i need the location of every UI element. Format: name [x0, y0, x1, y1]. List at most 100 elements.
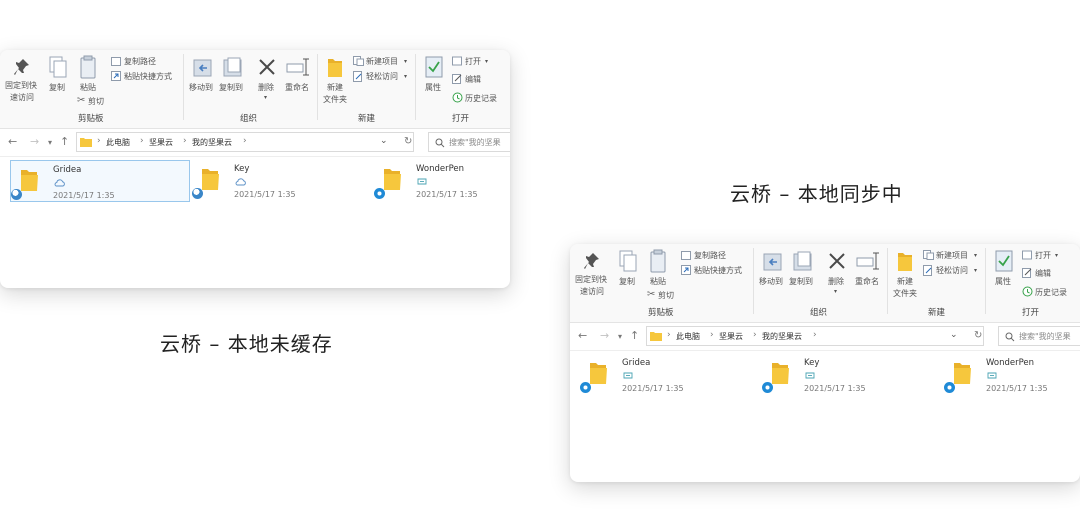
- breadcrumb-separator: ›: [183, 136, 187, 146]
- paste-shortcut-icon: [681, 265, 691, 275]
- file-name: WonderPen: [986, 358, 1035, 368]
- address-toolbar: ← → ▾ ↑ › 此电脑 › 坚果云 › 我的坚果云 › ⌄ ↻ 搜索"我的坚…: [570, 323, 1080, 351]
- new-item-label: 新建项目: [936, 251, 968, 260]
- open-label: 打开: [1035, 251, 1051, 260]
- group-divider: [183, 54, 184, 120]
- breadcrumb-my-nutstore[interactable]: 我的坚果云: [762, 331, 802, 342]
- folder-icon: [80, 138, 92, 147]
- ribbon: 固定到快 速访问 复制 粘贴 复制路径 粘贴快捷方式 ✂ 剪切 剪贴板 移动到: [0, 50, 510, 129]
- paste-icon: [80, 55, 96, 79]
- easy-access-icon: [353, 71, 362, 82]
- up-arrow-icon[interactable]: ↑: [630, 329, 639, 343]
- move-to-label: 移动到: [189, 83, 213, 92]
- pin-label-line2: 速访问: [580, 287, 604, 296]
- breadcrumb-nutstore[interactable]: 坚果云: [149, 137, 173, 148]
- explorer-window-uncached: 固定到快 速访问 复制 粘贴 复制路径 粘贴快捷方式 ✂ 剪切 剪贴板 移动到: [0, 50, 510, 288]
- copy-path-label: 复制路径: [694, 251, 726, 260]
- breadcrumb-my-nutstore[interactable]: 我的坚果云: [192, 137, 232, 148]
- forward-arrow-icon[interactable]: →: [30, 135, 39, 149]
- new-folder-icon: [898, 253, 912, 271]
- cloud-badge-icon: [11, 189, 22, 200]
- pin-icon: [14, 59, 29, 75]
- refresh-icon[interactable]: ↻: [974, 329, 982, 343]
- rename-label: 重命名: [285, 83, 309, 92]
- folder-item-key[interactable]: Key 2021/5/17 1:35: [762, 354, 942, 396]
- properties-icon: [995, 250, 1013, 272]
- breadcrumb-separator: ›: [813, 330, 817, 340]
- history-label: 历史记录: [1035, 288, 1067, 297]
- copy-path-label: 复制路径: [124, 57, 156, 66]
- caption-syncing: 云桥 – 本地同步中: [730, 182, 903, 206]
- breadcrumb-this-pc[interactable]: 此电脑: [676, 331, 700, 342]
- chevron-down-icon: ▾: [974, 252, 978, 259]
- address-dropdown-icon[interactable]: ⌄: [380, 136, 388, 146]
- back-arrow-icon[interactable]: ←: [578, 329, 587, 343]
- group-divider: [317, 54, 318, 120]
- folder-item-key[interactable]: Key 2021/5/17 1:35: [192, 160, 372, 202]
- pin-icon: [584, 253, 599, 269]
- recent-dropdown-icon[interactable]: ▾: [48, 136, 52, 150]
- up-arrow-icon[interactable]: ↑: [60, 135, 69, 149]
- file-date: 2021/5/17 1:35: [986, 384, 1048, 393]
- breadcrumb-separator: ›: [753, 330, 757, 340]
- copy-icon: [49, 56, 67, 78]
- properties-icon: [425, 56, 443, 78]
- rename-icon: [856, 252, 879, 270]
- history-icon: [1022, 286, 1033, 297]
- address-dropdown-icon[interactable]: ⌄: [950, 330, 958, 340]
- search-input[interactable]: 搜索"我的坚果: [998, 326, 1080, 346]
- group-divider: [415, 54, 416, 120]
- cloud-badge-icon: [192, 188, 203, 199]
- organize-group-label: 组织: [240, 114, 258, 124]
- sync-icon: [417, 178, 427, 185]
- pin-label-line1: 固定到快: [575, 275, 607, 284]
- sync-icon: [623, 372, 633, 379]
- new-group-label: 新建: [928, 308, 946, 318]
- folder-item-wonderpen[interactable]: WonderPen 2021/5/17 1:35: [944, 354, 1080, 396]
- folder-icon: [954, 363, 971, 384]
- clipboard-group-label: 剪贴板: [78, 114, 104, 124]
- address-toolbar: ← → ▾ ↑ › 此电脑 › 坚果云 › 我的坚果云 › ⌄ ↻ 搜索"我的坚…: [0, 129, 510, 157]
- sync-icon: [987, 372, 997, 379]
- folder-icon: [772, 363, 789, 384]
- forward-arrow-icon[interactable]: →: [600, 329, 609, 343]
- easy-access-icon: [923, 265, 932, 276]
- breadcrumb-separator: ›: [243, 136, 247, 146]
- rename-label: 重命名: [855, 277, 879, 286]
- delete-icon: [829, 253, 845, 269]
- folder-item-gridea[interactable]: Gridea 2021/5/17 1:35: [580, 354, 760, 396]
- folder-icon: [202, 169, 219, 190]
- delete-icon: [259, 59, 275, 75]
- folder-icon: [384, 169, 401, 190]
- chevron-down-icon: ▾: [404, 58, 408, 65]
- folder-icon: [590, 363, 607, 384]
- folder-item-gridea[interactable]: Gridea 2021/5/17 1:35: [10, 160, 190, 202]
- paste-label: 粘贴: [80, 83, 96, 92]
- group-divider: [985, 248, 986, 314]
- file-name: Key: [234, 164, 250, 174]
- copy-path-icon: [681, 251, 691, 260]
- paste-icon: [650, 249, 666, 273]
- recent-dropdown-icon[interactable]: ▾: [618, 330, 622, 344]
- refresh-icon[interactable]: ↻: [404, 135, 412, 149]
- breadcrumb-nutstore[interactable]: 坚果云: [719, 331, 743, 342]
- search-input[interactable]: 搜索"我的坚果: [428, 132, 510, 152]
- edit-icon: [452, 74, 462, 84]
- folder-icon: [650, 332, 662, 341]
- chevron-down-icon: ▾: [974, 267, 978, 274]
- group-divider: [887, 248, 888, 314]
- edit-icon: [1022, 268, 1032, 278]
- copy-label: 复制: [619, 277, 635, 286]
- cut-label: 剪切: [658, 291, 674, 300]
- address-bar[interactable]: › 此电脑 › 坚果云 › 我的坚果云 › ⌄: [646, 326, 984, 346]
- chevron-down-icon: ▾: [1055, 252, 1059, 259]
- back-arrow-icon[interactable]: ←: [8, 135, 17, 149]
- breadcrumb-this-pc[interactable]: 此电脑: [106, 137, 130, 148]
- folder-item-wonderpen[interactable]: WonderPen 2021/5/17 1:35: [374, 160, 510, 202]
- sync-badge-icon: [374, 188, 385, 199]
- new-item-icon: [923, 250, 934, 260]
- chevron-down-icon: ▾: [404, 73, 408, 80]
- copy-to-label: 复制到: [789, 277, 813, 286]
- address-bar[interactable]: › 此电脑 › 坚果云 › 我的坚果云 › ⌄: [76, 132, 414, 152]
- chevron-down-icon: ▾: [834, 288, 838, 295]
